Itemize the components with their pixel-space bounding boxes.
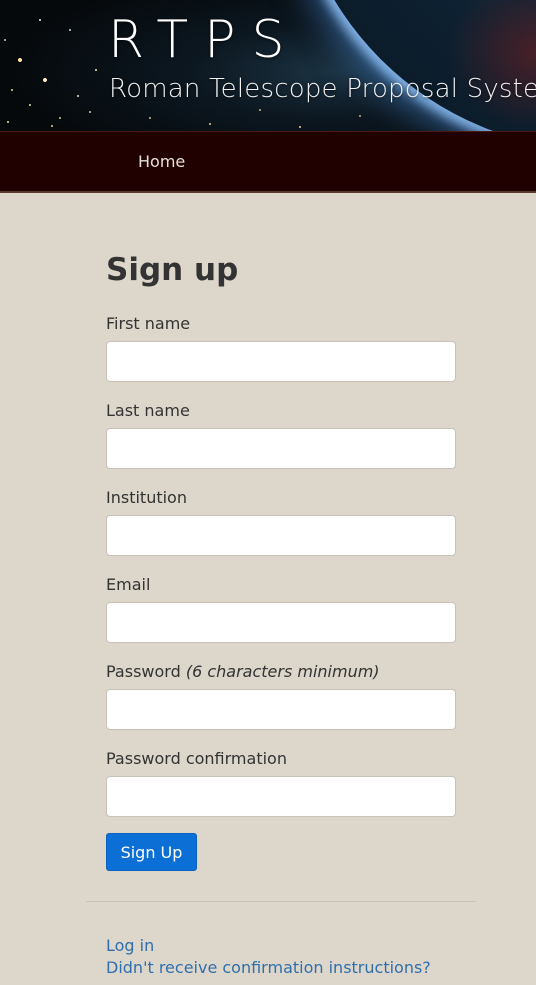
last-name-field[interactable] [106,428,456,469]
page-title: Sign up [106,252,239,288]
nav-item-home[interactable]: Home [138,154,185,170]
password-label-text: Password [106,662,181,681]
institution-label: Institution [106,488,187,507]
email-field[interactable] [106,602,456,643]
site-header: RTPS Roman Telescope Proposal System [0,0,536,131]
nebula-glow [446,0,536,131]
sign-up-button[interactable]: Sign Up [106,833,197,871]
first-name-label: First name [106,314,191,333]
first-name-field[interactable] [106,341,456,382]
confirmation-instructions-link[interactable]: Didn't receive confirmation instructions… [106,960,431,976]
institution-field[interactable] [106,515,456,556]
password-confirmation-label: Password confirmation [106,749,287,768]
email-label: Email [106,575,151,594]
site-subtitle: Roman Telescope Proposal System [109,74,536,104]
divider [86,901,476,902]
password-label: Password (6 characters minimum) [106,664,380,680]
password-field[interactable] [106,689,456,730]
last-name-label: Last name [106,401,190,420]
navbar: Home [0,131,536,193]
site-title: RTPS [108,10,301,70]
password-confirmation-field[interactable] [106,776,456,817]
password-hint: (6 characters minimum) [185,662,380,681]
log-in-link[interactable]: Log in [106,938,154,954]
